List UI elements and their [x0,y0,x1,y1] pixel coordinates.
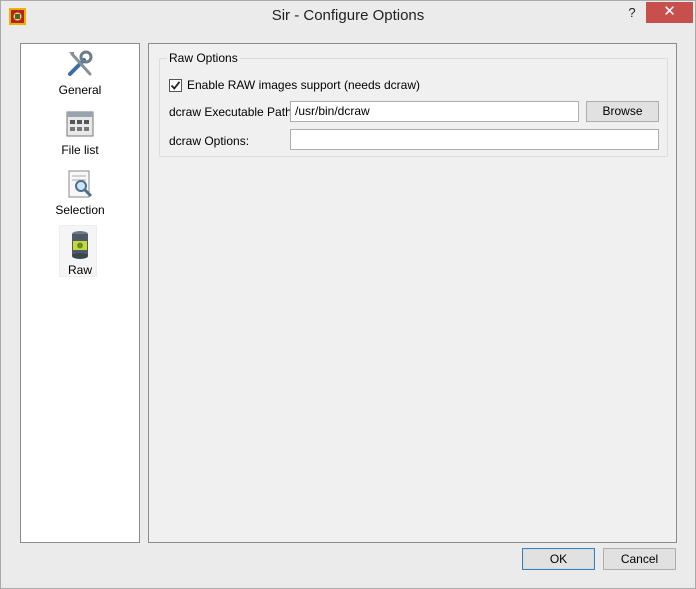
raw-options-group-title: Raw Options [167,51,240,65]
dcraw-path-label: dcraw Executable Path: [169,105,296,119]
help-button[interactable]: ? [623,4,641,22]
category-raw-label: Raw [67,263,92,277]
category-file-list[interactable]: File list [21,108,139,166]
checkmark-icon [170,81,181,90]
tools-icon [68,50,93,76]
selection-icon [68,170,93,198]
category-list: General File list Selection Raw [20,43,140,543]
ok-button[interactable]: OK [522,548,595,570]
dcraw-options-input[interactable] [290,129,659,150]
file-list-icon [66,111,94,137]
category-general-label: General [58,83,102,97]
configure-options-window: Sir - Configure Options ? ✕ General File… [0,0,696,589]
category-file-list-label: File list [61,143,99,157]
raw-icon [72,231,88,259]
browse-button[interactable]: Browse [586,101,659,122]
window-title: Sir - Configure Options [271,7,425,24]
options-panel: Raw Options Enable RAW images support (n… [148,43,677,543]
dcraw-options-label: dcraw Options: [169,134,250,148]
close-button[interactable]: ✕ [646,2,693,23]
raw-options-group: Raw Options Enable RAW images support (n… [159,51,668,157]
enable-raw-label: Enable RAW images support (needs dcraw) [187,78,420,92]
cancel-button[interactable]: Cancel [603,548,676,570]
title-bar: Sir - Configure Options ? ✕ [1,1,695,32]
category-selection-label: Selection [55,203,105,217]
category-general[interactable]: General [21,48,139,106]
dcraw-path-input[interactable]: /usr/bin/dcraw [290,101,579,122]
category-raw[interactable]: Raw [21,228,139,286]
enable-raw-checkbox[interactable] [169,79,182,92]
category-selection[interactable]: Selection [21,168,139,226]
